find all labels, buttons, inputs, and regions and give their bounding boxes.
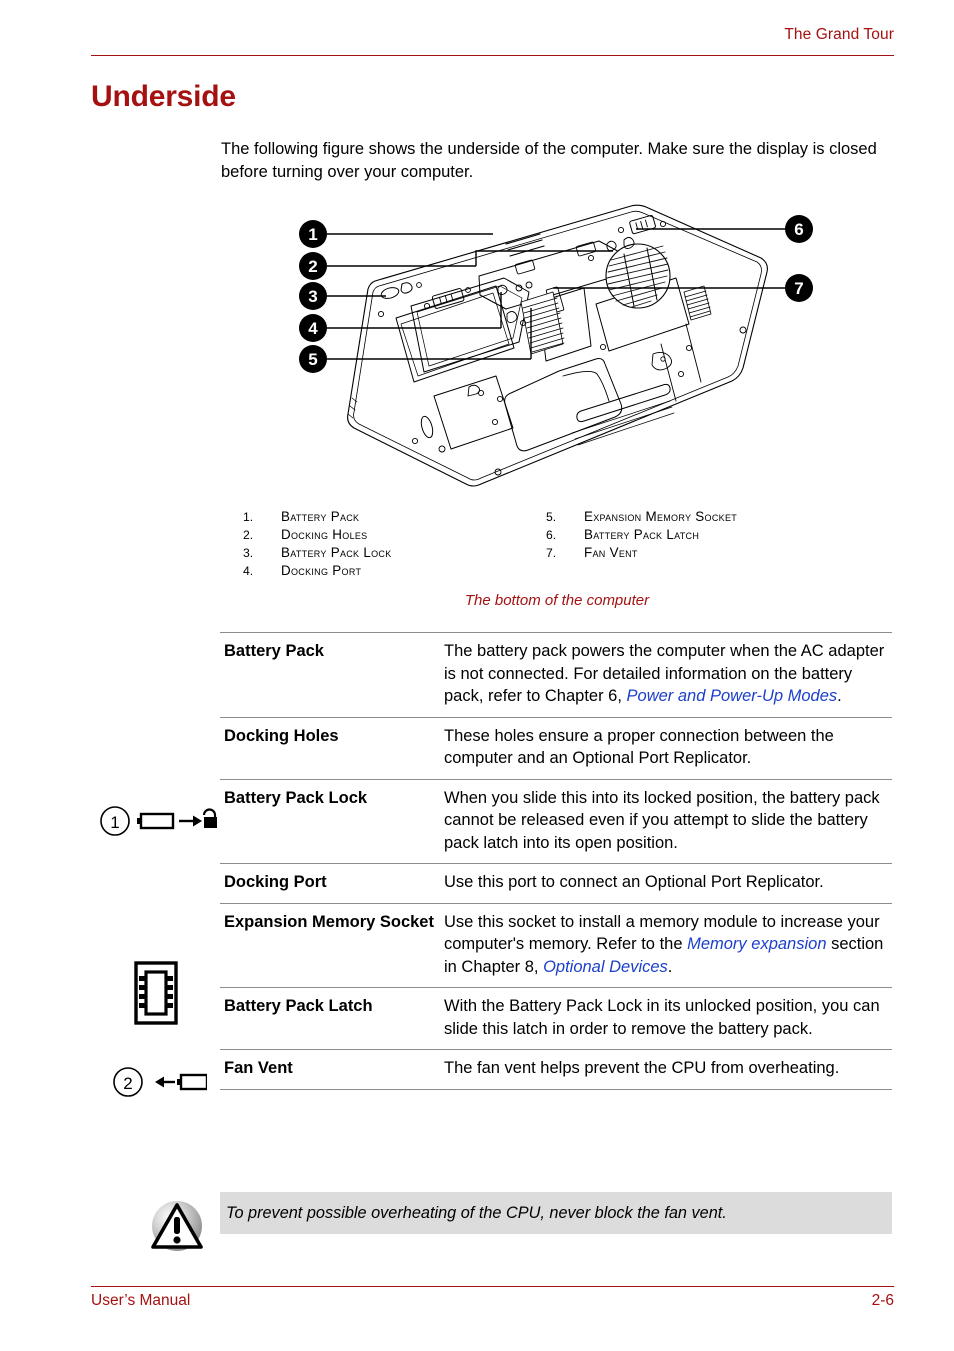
footer-rule — [91, 1286, 894, 1287]
legend-number: 4. — [243, 564, 254, 578]
battery-lock-icon: 1 — [98, 800, 218, 847]
term-definition: With the Battery Pack Lock in its unlock… — [444, 997, 880, 1038]
cross-reference-link[interactable]: Memory expansion — [687, 935, 826, 953]
table-row: Battery Pack The battery pack powers the… — [220, 632, 892, 717]
legend-item: 3. Battery Pack Lock — [243, 544, 543, 562]
legend-column-left: 1. Battery Pack 2. Docking Holes 3. Batt… — [243, 508, 543, 580]
svg-text:2: 2 — [308, 257, 317, 276]
legend-item: 2. Docking Holes — [243, 526, 543, 544]
legend-number: 3. — [243, 546, 254, 560]
term-definition: The fan vent helps prevent the CPU from … — [444, 1059, 840, 1077]
legend-label: Fan Vent — [584, 545, 638, 560]
intro-paragraph: The following figure shows the underside… — [221, 140, 877, 181]
term-definition: Use this socket to install a memory modu… — [444, 911, 892, 979]
legend-column-right: 5. Expansion Memory Socket 6. Battery Pa… — [546, 508, 846, 562]
legend-item: 4. Docking Port — [243, 562, 543, 580]
figure-legend: 1. Battery Pack 2. Docking Holes 3. Batt… — [243, 508, 863, 578]
legend-item: 5. Expansion Memory Socket — [546, 508, 846, 526]
term-label: Fan Vent — [224, 1059, 293, 1077]
cross-reference-link-2[interactable]: Optional Devices — [543, 958, 668, 976]
term-label: Docking Port — [224, 873, 327, 891]
svg-text:1: 1 — [308, 225, 317, 244]
page-footer: User’s Manual 2-6 — [91, 1292, 894, 1310]
term-definition: Use this port to connect an Optional Por… — [444, 873, 824, 891]
table-row: Docking Holes These holes ensure a prope… — [220, 716, 892, 779]
table-row: Docking Port Use this port to connect an… — [220, 863, 892, 903]
caution-triangle-icon — [147, 1196, 207, 1261]
definition-text-after: . — [667, 957, 673, 976]
svg-text:7: 7 — [794, 279, 803, 298]
cross-reference-link[interactable]: Power and Power-Up Modes — [627, 687, 838, 705]
document-page: The Grand Tour Underside The following f… — [0, 0, 954, 1351]
svg-text:5: 5 — [308, 350, 317, 369]
svg-text:4: 4 — [308, 319, 318, 338]
legend-number: 5. — [546, 510, 557, 524]
caution-box: To prevent possible overheating of the C… — [220, 1192, 892, 1234]
footer-page-number: 2-6 — [871, 1292, 894, 1309]
svg-text:3: 3 — [308, 287, 317, 306]
legend-number: 7. — [546, 546, 557, 560]
legend-item: 1. Battery Pack — [243, 508, 543, 526]
term-definition: When you slide this into its locked posi… — [444, 788, 880, 852]
legend-item: 6. Battery Pack Latch — [546, 526, 846, 544]
figure-caption: The bottom of the computer — [464, 592, 650, 609]
svg-text:6: 6 — [794, 220, 803, 239]
legend-label: Battery Pack — [281, 509, 360, 524]
table-row: Battery Pack Lock When you slide this in… — [220, 778, 892, 864]
legend-item: 7. Fan Vent — [546, 544, 846, 562]
memory-chip-icon — [133, 960, 179, 1031]
legend-label: Docking Port — [281, 563, 362, 578]
term-label: Expansion Memory Socket — [224, 912, 434, 931]
margin-number-1: 1 — [110, 813, 119, 832]
legend-number: 6. — [546, 528, 557, 542]
term-definition: These holes ensure a proper connection b… — [444, 726, 834, 768]
description-table: Battery Pack The battery pack powers the… — [220, 632, 892, 1090]
legend-label: Expansion Memory Socket — [584, 509, 738, 524]
term-label: Battery Pack Lock — [224, 788, 368, 807]
term-definition: The battery pack powers the computer whe… — [444, 640, 892, 708]
table-row: Battery Pack Latch With the Battery Pack… — [220, 987, 892, 1049]
table-row: Fan Vent The fan vent helps prevent the … — [220, 1049, 892, 1090]
legend-label: Docking Holes — [281, 527, 368, 542]
term-label: Battery Pack Latch — [224, 997, 373, 1015]
term-label: Docking Holes — [224, 726, 339, 745]
legend-label: Battery Pack Latch — [584, 527, 700, 542]
term-label: Battery Pack — [224, 642, 324, 660]
underside-figure: 1 2 3 4 5 6 7 — [291, 196, 821, 506]
legend-number: 1. — [243, 510, 254, 524]
definition-text-after: . — [837, 687, 842, 705]
battery-latch-icon: 2 — [111, 1062, 209, 1107]
running-header: The Grand Tour — [784, 26, 894, 43]
margin-number-2: 2 — [123, 1074, 132, 1093]
caution-text: To prevent possible overheating of the C… — [226, 1203, 727, 1222]
page-title: Underside — [91, 80, 236, 113]
header-rule — [91, 55, 894, 56]
table-row: Expansion Memory Socket Use this socket … — [220, 902, 892, 988]
legend-label: Battery Pack Lock — [281, 545, 392, 560]
footer-manual-label: User’s Manual — [91, 1292, 191, 1309]
legend-number: 2. — [243, 528, 254, 542]
